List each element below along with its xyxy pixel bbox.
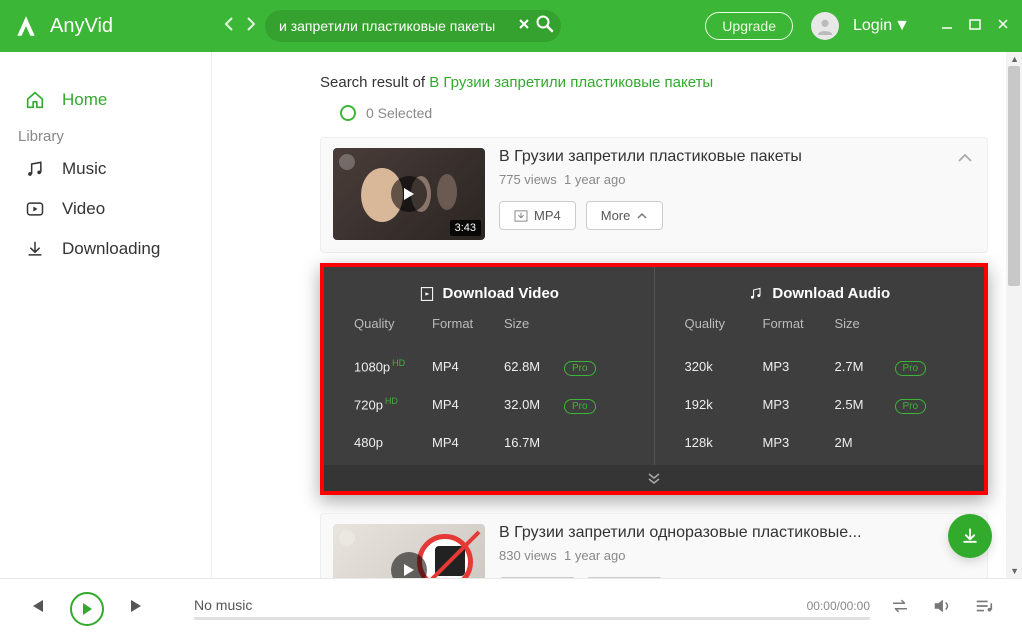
download-icon — [24, 238, 46, 260]
window-controls — [940, 17, 1010, 36]
pro-badge: Pro — [895, 361, 927, 376]
video-thumbnail[interactable]: 3:43 — [333, 148, 485, 240]
home-icon — [24, 89, 46, 111]
window-minimize-button[interactable] — [940, 17, 954, 36]
video-meta: 775 views 1 year ago — [499, 172, 975, 187]
play-button[interactable] — [70, 592, 104, 626]
user-avatar-icon[interactable] — [811, 12, 839, 40]
upgrade-button[interactable]: Upgrade — [705, 12, 793, 40]
search-input[interactable] — [279, 18, 517, 34]
sidebar-item-downloading[interactable]: Downloading — [14, 229, 199, 269]
music-icon — [24, 158, 46, 180]
collapse-icon[interactable] — [957, 150, 973, 168]
window-maximize-button[interactable] — [968, 17, 982, 36]
pro-badge: Pro — [895, 399, 927, 414]
pro-badge: Pro — [564, 361, 596, 376]
download-option-row[interactable]: 320kMP32.7MPro — [685, 347, 955, 385]
search-clear-icon[interactable] — [517, 17, 531, 36]
selection-status: 0 Selected — [340, 105, 1006, 121]
scroll-down-icon[interactable]: ▼ — [1010, 566, 1019, 576]
search-bar — [265, 10, 561, 42]
main-content: Search result of В Грузии запретили плас… — [212, 52, 1022, 578]
result-card: В Грузии запретили одноразовые пластиков… — [320, 513, 988, 578]
audio-file-icon — [748, 286, 764, 302]
video-file-icon — [419, 286, 435, 302]
sidebar-label: Home — [62, 90, 107, 110]
download-video-column: Download Video Quality Format Size 1080p… — [324, 267, 655, 465]
app-logo-icon — [12, 12, 40, 40]
download-option-row[interactable]: 1080pHDMP462.8MPro — [354, 347, 624, 385]
download-audio-column: Download Audio Quality Format Size 320kM… — [655, 267, 985, 465]
next-track-button[interactable] — [128, 598, 146, 619]
download-mp4-button[interactable]: MP4 — [499, 201, 576, 230]
video-title[interactable]: В Грузии запретили пластиковые пакеты — [499, 148, 975, 166]
playlist-button[interactable] — [974, 597, 994, 620]
sidebar: Home Library Music Video Downloading — [0, 52, 212, 578]
volume-button[interactable] — [932, 597, 952, 620]
video-meta: 830 views 1 year ago — [499, 548, 975, 563]
video-thumbnail[interactable] — [333, 524, 485, 578]
download-option-row[interactable]: 128kMP32M — [685, 423, 955, 461]
track-time: 00:00/00:00 — [807, 599, 870, 613]
play-icon — [391, 176, 427, 212]
login-button[interactable]: Login ▼ — [853, 17, 910, 35]
track-title: No music — [194, 597, 252, 613]
download-fab-button[interactable] — [948, 514, 992, 558]
download-option-row[interactable]: 720pHDMP432.0MPro — [354, 385, 624, 423]
result-card: 3:43 В Грузии запретили пластиковые паке… — [320, 137, 988, 253]
sidebar-item-music[interactable]: Music — [14, 149, 199, 189]
download-options-panel: Download Video Quality Format Size 1080p… — [320, 263, 988, 495]
nav-arrows — [223, 16, 257, 37]
app-name: AnyVid — [50, 15, 113, 38]
chevron-up-icon — [636, 212, 648, 220]
video-icon — [24, 198, 46, 220]
video-duration: 3:43 — [450, 220, 481, 236]
expand-more-options-button[interactable] — [324, 465, 984, 491]
sidebar-heading-library: Library — [14, 120, 199, 149]
repeat-button[interactable] — [890, 597, 910, 620]
selected-count: 0 Selected — [366, 105, 432, 121]
dropdown-icon: ▼ — [894, 17, 910, 35]
scrollbar-thumb[interactable] — [1008, 66, 1020, 286]
nav-back-button[interactable] — [223, 16, 235, 37]
pro-badge: Pro — [564, 399, 596, 414]
login-label: Login — [853, 17, 892, 35]
nav-forward-button[interactable] — [245, 16, 257, 37]
download-small-icon — [514, 210, 528, 222]
download-option-row[interactable]: 480pMP416.7M — [354, 423, 624, 461]
search-term: В Грузии запретили пластиковые пакеты — [429, 74, 713, 91]
sidebar-label: Video — [62, 199, 105, 219]
download-option-row[interactable]: 192kMP32.5MPro — [685, 385, 955, 423]
seek-bar[interactable] — [194, 617, 870, 620]
app-header: AnyVid Upgrade Login ▼ — [0, 0, 1022, 52]
select-all-checkbox[interactable] — [340, 105, 356, 121]
sidebar-label: Music — [62, 159, 106, 179]
player-bar: No music 00:00/00:00 — [0, 578, 1022, 638]
window-close-button[interactable] — [996, 17, 1010, 36]
scroll-up-icon[interactable]: ▲ — [1010, 54, 1019, 64]
more-options-button[interactable]: More — [586, 201, 664, 230]
search-icon[interactable] — [535, 14, 555, 39]
sidebar-item-home[interactable]: Home — [14, 80, 199, 120]
sidebar-label: Downloading — [62, 239, 160, 259]
logo-area: AnyVid — [12, 12, 113, 40]
thumbnail-badge-icon — [339, 530, 355, 546]
thumbnail-badge-icon — [339, 154, 355, 170]
sidebar-item-video[interactable]: Video — [14, 189, 199, 229]
scrollbar[interactable]: ▲ ▼ — [1006, 52, 1022, 578]
video-title[interactable]: В Грузии запретили одноразовые пластиков… — [499, 524, 975, 542]
prev-track-button[interactable] — [28, 598, 46, 619]
search-result-heading: Search result of В Грузии запретили плас… — [320, 74, 1006, 91]
